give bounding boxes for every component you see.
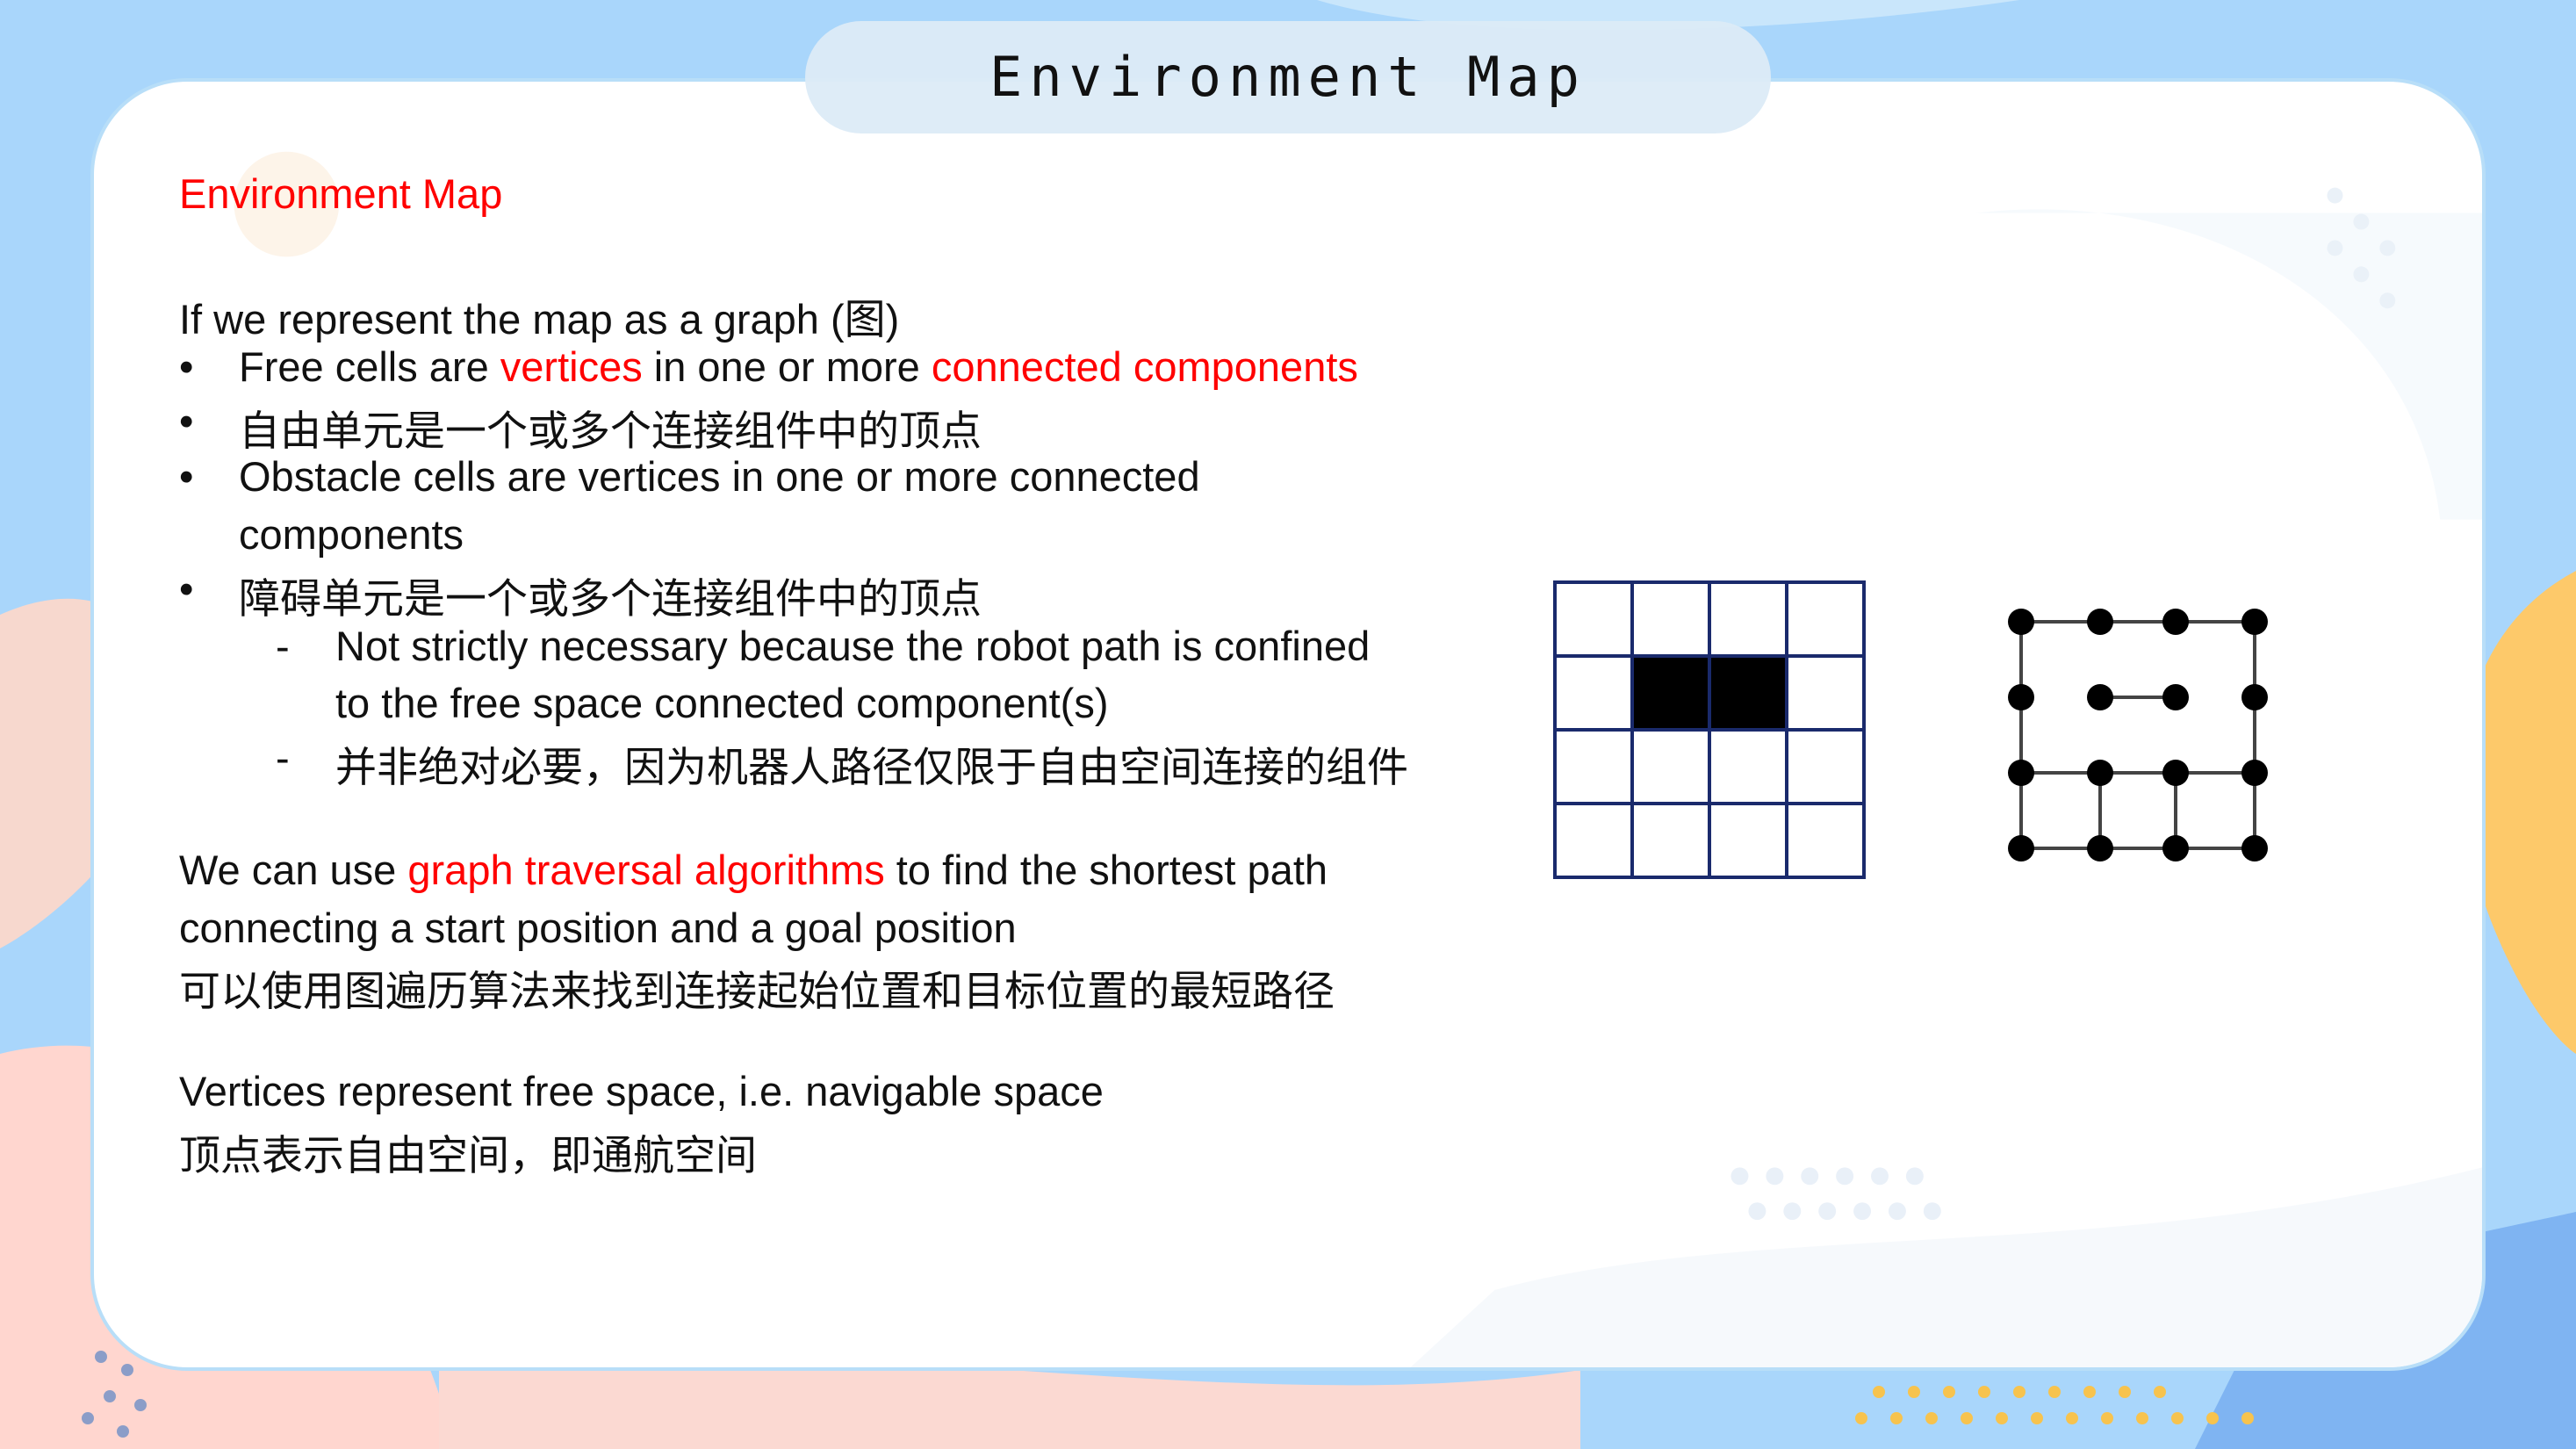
bullet-free-cells-zh: 自由单元是一个或多个连接组件中的顶点	[239, 407, 982, 454]
intro-text: If we represent the map as a graph (图)	[179, 296, 900, 342]
graph-node	[2162, 684, 2189, 710]
free-cell	[1553, 580, 1634, 658]
bullet-free-cells: Free cells are vertices in one or more c…	[239, 342, 1358, 391]
free-cell	[1630, 802, 1711, 879]
highlight-connected-components: connected components	[931, 343, 1358, 390]
graph-node	[2241, 760, 2268, 786]
slide-title: Environment Map	[989, 45, 1587, 109]
highlight-vertices: vertices	[500, 343, 643, 390]
traversal-text: We can use	[179, 847, 408, 893]
bullet-text: Free cells are	[239, 343, 500, 390]
bullet-marker: •	[179, 566, 194, 612]
traversal-line1: We can use graph traversal algorithms to…	[179, 846, 1328, 894]
free-cell	[1785, 580, 1866, 658]
obstacle-cell	[1630, 654, 1711, 732]
free-cell	[1553, 802, 1634, 879]
graph-node	[2162, 835, 2189, 861]
graph-node	[2087, 684, 2113, 710]
sub-bullet-zh: 并非绝对必要，因为机器人路径仅限于自由空间连接的组件	[335, 744, 1408, 790]
free-cell	[1785, 654, 1866, 732]
graph-node	[2087, 760, 2113, 786]
free-cell	[1630, 728, 1711, 805]
free-cell	[1708, 580, 1788, 658]
traversal-line2: connecting a start position and a goal p…	[179, 905, 1017, 951]
vertices-en: Vertices represent free space, i.e. navi…	[179, 1068, 1104, 1114]
free-cell	[1708, 802, 1788, 879]
obstacle-cell	[1708, 654, 1788, 732]
bullet-obstacle-cells-line1: Obstacle cells are vertices in one or mo…	[239, 453, 1200, 500]
graph-node	[2162, 609, 2189, 635]
sub-bullet-marker: -	[276, 623, 290, 669]
bullet-marker: •	[179, 453, 194, 500]
graph-node	[2087, 609, 2113, 635]
sub-bullet-line2: to the free space connected component(s)	[335, 680, 1109, 726]
graph-node	[2241, 684, 2268, 710]
graph-node	[2008, 684, 2034, 710]
graph-node	[2162, 760, 2189, 786]
traversal-text: to find the shortest path	[884, 847, 1328, 893]
graph-figure	[2008, 609, 2268, 861]
graph-node	[2241, 835, 2268, 861]
graph-node	[2008, 760, 2034, 786]
sub-bullet-marker: -	[276, 734, 290, 781]
sub-bullet-line1: Not strictly necessary because the robot…	[335, 623, 1371, 669]
free-cell	[1785, 728, 1866, 805]
free-cell	[1553, 728, 1634, 805]
free-cell	[1708, 728, 1788, 805]
graph-node	[2087, 835, 2113, 861]
section-heading: Environment Map	[179, 170, 503, 217]
highlight-graph-traversal: graph traversal algorithms	[407, 847, 885, 893]
graph-node	[2008, 835, 2034, 861]
occupancy-grid-figure	[1553, 580, 1866, 879]
bullet-text: in one or more	[642, 343, 932, 390]
graph-node	[2008, 609, 2034, 635]
graph-node	[2241, 609, 2268, 635]
traversal-zh: 可以使用图遍历算法来找到连接起始位置和目标位置的最短路径	[179, 968, 1335, 1014]
bullet-marker: •	[179, 343, 194, 390]
bullet-marker: •	[179, 398, 194, 444]
vertices-zh: 顶点表示自由空间，即通航空间	[179, 1132, 757, 1179]
bullet-obstacle-cells-line2: components	[239, 511, 464, 558]
free-cell	[1785, 802, 1866, 879]
free-cell	[1553, 654, 1634, 732]
free-cell	[1630, 580, 1711, 658]
bullet-obstacle-cells-zh: 障碍单元是一个或多个连接组件中的顶点	[239, 575, 982, 622]
